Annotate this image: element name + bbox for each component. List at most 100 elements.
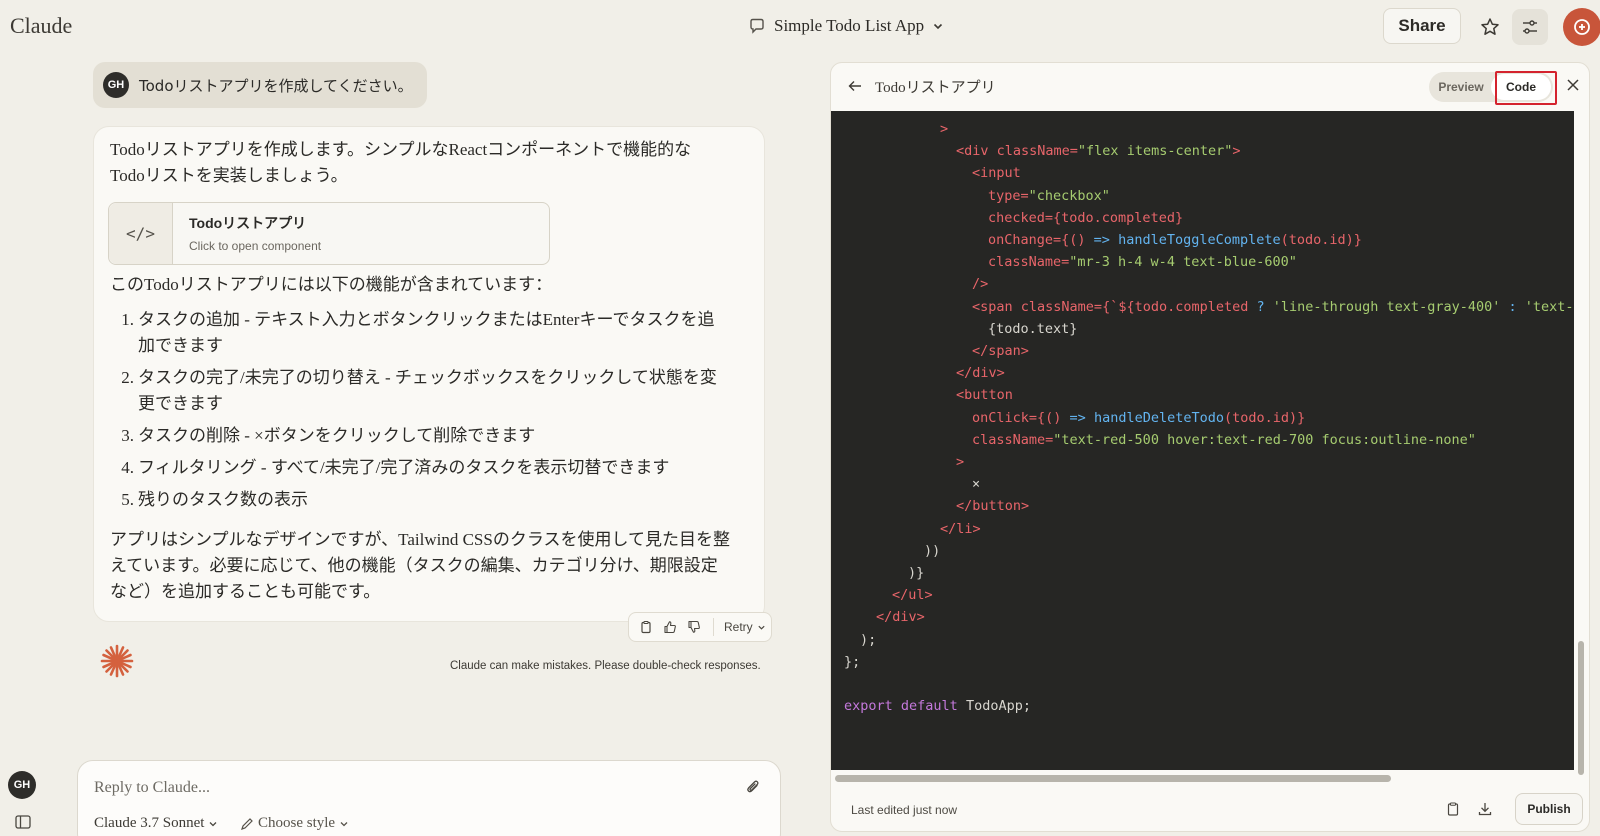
copy-icon[interactable] [637, 618, 655, 636]
reply-input[interactable]: Reply to Claude... [94, 779, 210, 797]
code-line: <input [972, 162, 1021, 184]
thumbs-down-icon[interactable] [685, 618, 703, 636]
list-number: 1. [121, 310, 134, 329]
code-line: {todo.text} [988, 318, 1077, 340]
list-item-text: フィルタリング - すべて/未完了/完了済みのタスクを表示切替できます [138, 458, 670, 477]
list-number: 2. [121, 368, 134, 387]
code-token: <input [972, 165, 1021, 182]
chevron-down-icon [209, 821, 217, 826]
code-token: "checkbox" [1028, 187, 1110, 204]
share-button[interactable]: Share [1383, 8, 1461, 44]
download-icon[interactable] [1477, 801, 1493, 821]
model-selector[interactable]: Claude 3.7 Sonnet [94, 815, 218, 832]
retry-label: Retry [724, 620, 753, 634]
code-token: <div [956, 143, 997, 160]
code-token: export [844, 698, 901, 715]
code-token: </span> [972, 343, 1029, 359]
paperclip-icon[interactable] [744, 778, 762, 800]
last-edited-text: Last edited just now [851, 803, 958, 817]
code-token: "text-red-500 hover:text-red-700 focus:o… [1053, 431, 1476, 448]
claude-spark-icon [100, 644, 134, 682]
conversation-title: Simple Todo List App [774, 16, 925, 35]
list-number: 4. [121, 458, 134, 477]
style-selector[interactable]: Choose style [240, 815, 349, 832]
highlight-box [1495, 71, 1557, 105]
list-item: 2. タスクの完了/未完了の切り替え - チェックボックスをクリックして状態を変更… [110, 365, 730, 417]
code-token: <span [972, 298, 1021, 315]
divider [713, 618, 714, 636]
code-line: onClick={() => handleDeleteTodo(todo.id)… [972, 407, 1305, 429]
code-token: checked= [988, 209, 1054, 226]
vertical-scrollbar[interactable] [1578, 641, 1584, 775]
code-token: type= [988, 187, 1029, 204]
horizontal-scrollbar[interactable] [835, 775, 1391, 782]
code-line: /> [972, 273, 988, 295]
list-item: 5. 残りのタスク数の表示 [110, 487, 730, 513]
code-token: )) [924, 542, 941, 559]
code-line: </div> [876, 606, 925, 628]
code-token: {`${todo.completed [1102, 298, 1257, 315]
code-token: {() [1037, 409, 1070, 426]
list-item: 4. フィルタリング - すべて/未完了/完了済みのタスクを表示切替できます [110, 455, 730, 481]
code-token: "mr-3 h-4 w-4 text-blue-600" [1069, 254, 1297, 271]
code-token: {todo.completed} [1053, 209, 1184, 226]
artifact-panel-footer: Last edited just now Publish [831, 785, 1589, 831]
code-token: (todo.id)} [1280, 232, 1362, 248]
list-number: 5. [121, 490, 134, 509]
thumbs-up-icon[interactable] [661, 618, 679, 636]
close-icon[interactable] [1566, 77, 1580, 96]
code-line: ); [860, 629, 876, 651]
assistant-outro: アプリはシンプルなデザインですが、Tailwind CSSのクラスを使用して見た… [110, 530, 730, 601]
code-line: <div className="flex items-center"> [956, 140, 1241, 162]
style-label: Choose style [258, 815, 336, 831]
sidebar-toggle-icon[interactable] [15, 814, 31, 833]
code-token: : [1508, 298, 1525, 315]
code-line: )} [908, 562, 924, 584]
code-token: {todo.text} [988, 320, 1078, 337]
code-token: className= [972, 431, 1054, 448]
code-token: }; [844, 653, 861, 670]
list-item-text: タスクの削除 - ×ボタンをクリックして削除できます [138, 426, 536, 445]
feature-list: 1. タスクの追加 - テキスト入力とボタンクリックまたはEnterキーでタスクを… [110, 307, 730, 519]
code-token: handleToggleComplete [1118, 232, 1281, 248]
code-token: className= [988, 254, 1070, 271]
code-token: => [1093, 232, 1119, 248]
artifact-subtitle: Click to open component [189, 239, 322, 253]
artifact-card[interactable]: </> Todoリストアプリ Click to open component [108, 202, 550, 265]
new-chat-icon[interactable] [1563, 8, 1600, 46]
message-actions: Retry [628, 612, 772, 642]
reply-composer[interactable]: Reply to Claude... Claude 3.7 Sonnet Cho… [77, 760, 781, 836]
code-token: </div> [876, 609, 925, 626]
code-line: className="mr-3 h-4 w-4 text-blue-600" [988, 251, 1297, 273]
code-token: className= [1020, 298, 1103, 315]
code-token: /> [972, 276, 989, 293]
code-token: </button> [956, 498, 1030, 515]
code-line: </span> [972, 340, 1029, 362]
code-editor[interactable]: > <div className="flex items-center"> <inp… [831, 111, 1574, 770]
star-icon[interactable] [1472, 9, 1508, 45]
conversation-title-dropdown[interactable]: Simple Todo List App [748, 14, 944, 38]
publish-button[interactable]: Publish [1515, 793, 1583, 825]
brand-logo[interactable]: Claude [10, 13, 72, 39]
code-token: TodoApp; [965, 698, 1031, 715]
code-token: handleDeleteTodo [1093, 409, 1224, 426]
list-item-text: タスクの完了/未完了の切り替え - チェックボックスをクリックして状態を変更でき… [138, 368, 717, 413]
code-token: )} [908, 565, 925, 581]
assistant-intro: Todoリストアプリを作成します。シンプルなReactコンポーネントで機能的なT… [110, 140, 692, 185]
code-token: ); [860, 631, 877, 648]
code-icon: </> [109, 203, 173, 264]
user-avatar[interactable]: GH [8, 771, 36, 799]
code-token: × [972, 476, 981, 493]
copy-icon[interactable] [1445, 801, 1461, 821]
tab-preview[interactable]: Preview [1431, 74, 1491, 100]
code-token: <button [956, 387, 1013, 404]
code-line: </li> [940, 518, 981, 540]
retry-button[interactable]: Retry [724, 620, 766, 634]
code-token: => [1069, 409, 1094, 426]
code-line: )) [924, 540, 940, 562]
code-token: default [900, 698, 966, 715]
user-message: GH Todoリストアプリを作成してください。 [93, 62, 427, 108]
settings-sliders-icon[interactable] [1512, 9, 1548, 45]
code-line: <span className={`${todo.completed ? 'li… [972, 296, 1574, 318]
back-arrow-icon[interactable] [847, 78, 863, 98]
